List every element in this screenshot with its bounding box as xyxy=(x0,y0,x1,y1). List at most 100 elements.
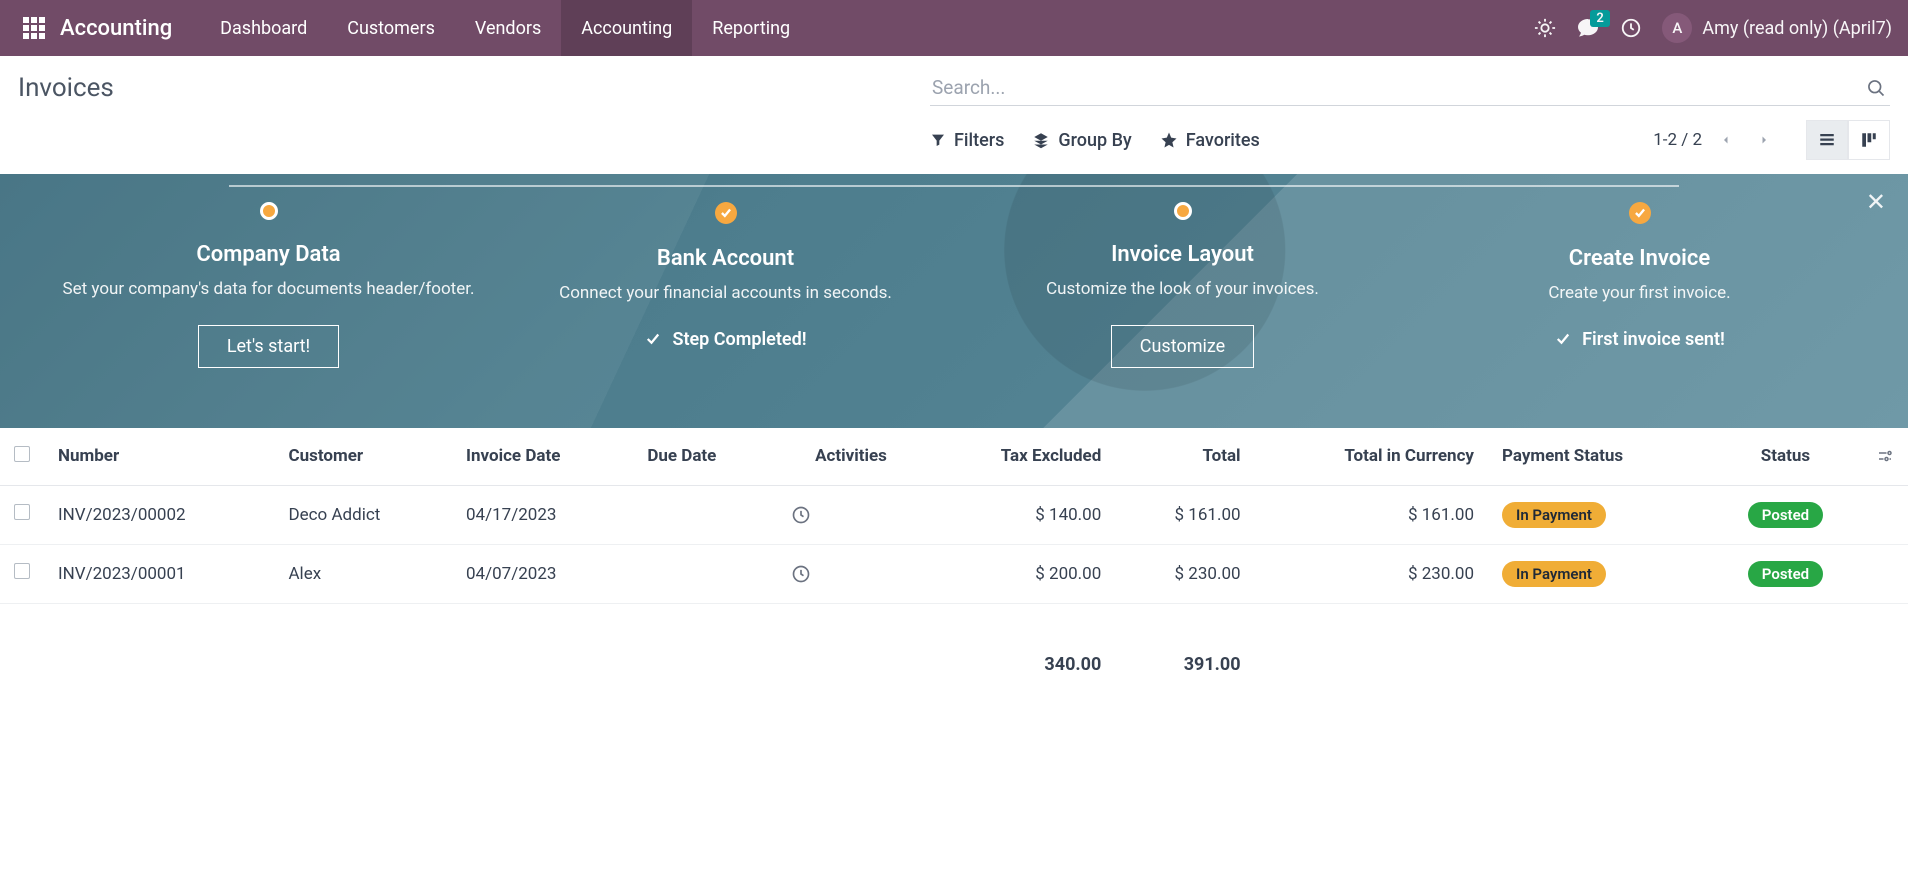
funnel-icon xyxy=(930,132,946,148)
sum-total: 391.00 xyxy=(1115,603,1254,691)
cell-total-currency: $ 161.00 xyxy=(1255,485,1488,544)
nav-item-dashboard[interactable]: Dashboard xyxy=(200,0,327,56)
col-tax-excluded[interactable]: Tax Excluded xyxy=(925,428,1115,486)
nav-item-reporting[interactable]: Reporting xyxy=(692,0,810,56)
row-checkbox[interactable] xyxy=(14,504,30,520)
groupby-label: Group By xyxy=(1058,130,1131,151)
step-title: Bank Account xyxy=(517,246,934,271)
sum-tax-excluded: 340.00 xyxy=(925,603,1115,691)
search-input[interactable] xyxy=(930,70,1890,105)
groupby-button[interactable]: Group By xyxy=(1032,130,1131,151)
pager-range[interactable]: 1-2 / 2 xyxy=(1653,130,1702,150)
step-title: Company Data xyxy=(60,242,477,267)
table-header-row: Number Customer Invoice Date Due Date Ac… xyxy=(0,428,1908,486)
col-due-date[interactable]: Due Date xyxy=(633,428,777,486)
cell-total-currency: $ 230.00 xyxy=(1255,544,1488,603)
step-create-invoice: Create Invoice Create your first invoice… xyxy=(1411,202,1868,368)
step-desc: Customize the look of your invoices. xyxy=(974,277,1391,303)
customize-button[interactable]: Customize xyxy=(1111,325,1254,368)
col-activities[interactable]: Activities xyxy=(777,428,925,486)
messages-badge: 2 xyxy=(1590,10,1609,27)
check-icon xyxy=(1554,330,1572,348)
step-dot-pending-icon xyxy=(260,202,278,220)
nav-item-customers[interactable]: Customers xyxy=(327,0,455,56)
search-box[interactable] xyxy=(930,70,1890,106)
pager: 1-2 / 2 xyxy=(1653,128,1778,152)
invoice-table-wrap: Number Customer Invoice Date Due Date Ac… xyxy=(0,428,1908,701)
list-view-button[interactable] xyxy=(1806,120,1848,160)
cell-payment-status: In Payment xyxy=(1488,485,1709,544)
step-dot-done-icon xyxy=(715,202,737,224)
kanban-view-button[interactable] xyxy=(1848,120,1890,160)
favorites-button[interactable]: Favorites xyxy=(1160,130,1260,151)
lets-start-button[interactable]: Let's start! xyxy=(198,325,339,368)
cell-payment-status: In Payment xyxy=(1488,544,1709,603)
list-icon xyxy=(1817,131,1837,149)
col-number[interactable]: Number xyxy=(44,428,274,486)
cell-tax-excluded: $ 200.00 xyxy=(925,544,1115,603)
check-icon xyxy=(644,330,662,348)
cell-total: $ 230.00 xyxy=(1115,544,1254,603)
payment-status-badge: In Payment xyxy=(1502,502,1606,528)
cell-due-date xyxy=(633,544,777,603)
apps-icon xyxy=(23,17,45,39)
step-dot-done-icon xyxy=(1629,202,1651,224)
step-desc: Set your company's data for documents he… xyxy=(60,277,477,303)
layers-icon xyxy=(1032,131,1050,149)
pager-next[interactable] xyxy=(1750,128,1778,152)
cell-number: INV/2023/00002 xyxy=(44,485,274,544)
favorites-label: Favorites xyxy=(1186,130,1260,151)
kanban-icon xyxy=(1859,131,1879,149)
clock-icon[interactable] xyxy=(791,505,911,525)
onboarding-banner: ✕ Company Data Set your company's data f… xyxy=(0,174,1908,428)
pager-prev[interactable] xyxy=(1712,128,1740,152)
col-payment-status[interactable]: Payment Status xyxy=(1488,428,1709,486)
messages-icon[interactable]: 2 xyxy=(1576,16,1600,40)
col-total[interactable]: Total xyxy=(1115,428,1254,486)
col-invoice-date[interactable]: Invoice Date xyxy=(452,428,633,486)
breadcrumb[interactable]: Invoices xyxy=(18,73,114,103)
table-row[interactable]: INV/2023/00002Deco Addict04/17/2023$ 140… xyxy=(0,485,1908,544)
filters-label: Filters xyxy=(954,130,1004,151)
cell-customer: Deco Addict xyxy=(274,485,452,544)
step-title: Create Invoice xyxy=(1431,246,1848,271)
cell-invoice-date: 04/07/2023 xyxy=(452,544,633,603)
app-title[interactable]: Accounting xyxy=(60,16,172,41)
cell-due-date xyxy=(633,485,777,544)
step-bank-account: Bank Account Connect your financial acco… xyxy=(497,202,954,368)
cell-status: Posted xyxy=(1709,544,1862,603)
first-invoice-sent-label: First invoice sent! xyxy=(1554,329,1725,350)
step-desc: Connect your financial accounts in secon… xyxy=(517,281,934,307)
row-checkbox[interactable] xyxy=(14,563,30,579)
invoice-table: Number Customer Invoice Date Due Date Ac… xyxy=(0,428,1908,691)
cell-tax-excluded: $ 140.00 xyxy=(925,485,1115,544)
col-customer[interactable]: Customer xyxy=(274,428,452,486)
step-invoice-layout: Invoice Layout Customize the look of you… xyxy=(954,202,1411,368)
top-navbar: Accounting Dashboard Customers Vendors A… xyxy=(0,0,1908,56)
step-desc: Create your first invoice. xyxy=(1431,281,1848,307)
table-row[interactable]: INV/2023/00001Alex04/07/2023$ 200.00$ 23… xyxy=(0,544,1908,603)
col-total-currency[interactable]: Total in Currency xyxy=(1255,428,1488,486)
step-company-data: Company Data Set your company's data for… xyxy=(40,202,497,368)
user-menu[interactable]: A Amy (read only) (April7) xyxy=(1662,13,1892,43)
view-switcher xyxy=(1806,120,1890,160)
nav-item-accounting[interactable]: Accounting xyxy=(561,0,692,56)
status-badge: Posted xyxy=(1748,561,1823,587)
payment-status-badge: In Payment xyxy=(1502,561,1606,587)
table-totals-row: 340.00 391.00 xyxy=(0,603,1908,691)
apps-button[interactable] xyxy=(16,10,52,46)
select-all-checkbox[interactable] xyxy=(14,446,30,462)
sliders-icon xyxy=(1876,447,1894,465)
nav-menu: Dashboard Customers Vendors Accounting R… xyxy=(200,0,810,56)
control-panel: Invoices Filters Group By Favorites xyxy=(0,56,1908,174)
debug-icon[interactable] xyxy=(1534,17,1556,39)
filters-button[interactable]: Filters xyxy=(930,130,1004,151)
clock-icon[interactable] xyxy=(791,564,911,584)
avatar: A xyxy=(1662,13,1692,43)
close-onboarding-button[interactable]: ✕ xyxy=(1866,188,1886,216)
nav-item-vendors[interactable]: Vendors xyxy=(455,0,561,56)
col-status[interactable]: Status xyxy=(1709,428,1862,486)
activities-icon[interactable] xyxy=(1620,17,1642,39)
optional-columns-button[interactable] xyxy=(1862,428,1908,486)
search-icon[interactable] xyxy=(1866,78,1886,98)
